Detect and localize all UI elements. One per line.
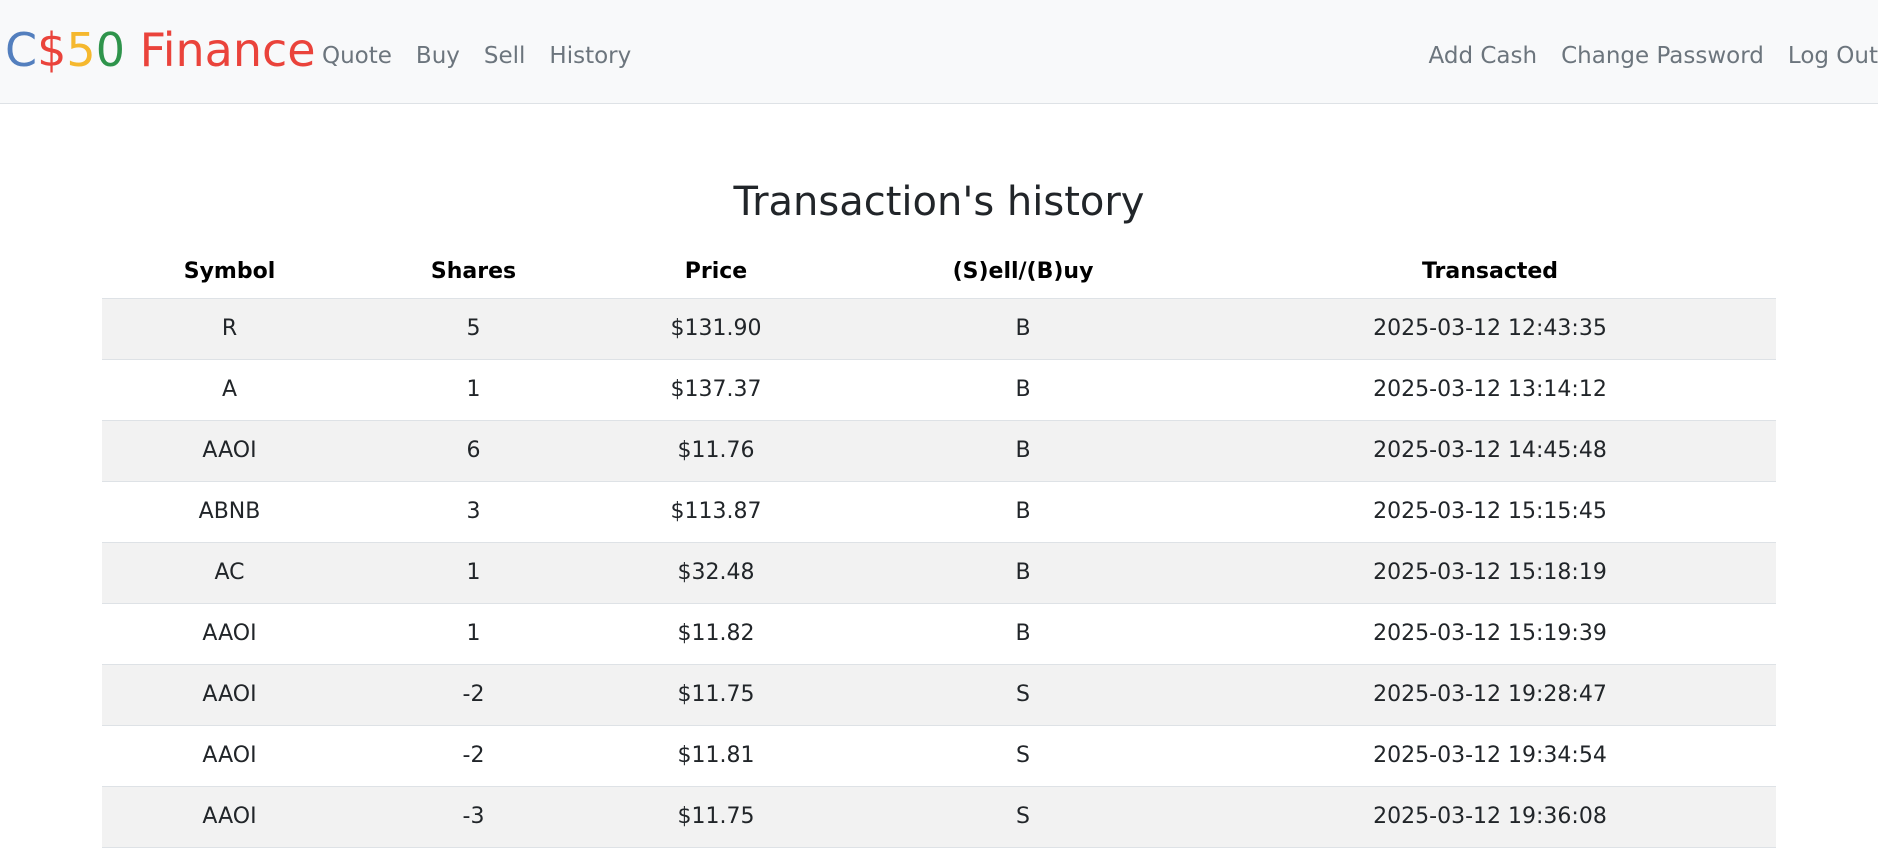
cell-symbol: A — [102, 359, 357, 421]
cell-price: $11.75 — [590, 786, 842, 848]
cell-shares: 6 — [357, 420, 590, 482]
cell-price: $131.90 — [590, 298, 842, 360]
nav-link-history[interactable]: History — [537, 38, 643, 74]
cell-sell-buy: B — [842, 481, 1204, 543]
cell-shares: -3 — [357, 786, 590, 848]
cell-transacted: 2025-03-12 19:28:47 — [1204, 664, 1776, 726]
table-body: R 5 $131.90 B 2025-03-12 12:43:35 A 1 $137.37 B 2… — [102, 298, 1776, 848]
cell-price: $113.87 — [590, 481, 842, 543]
table-row: AAOI 6 $11.76 B 2025-03-12 14:45:48 — [102, 420, 1776, 482]
cell-shares: 5 — [357, 298, 590, 360]
cell-sell-buy: B — [842, 420, 1204, 482]
table-header-row: Symbol Shares Price (S)ell/(B)uy Transac… — [102, 245, 1776, 299]
brand-part-c: C — [5, 23, 38, 77]
cell-price: $32.48 — [590, 542, 842, 604]
cell-symbol: AAOI — [102, 664, 357, 726]
cell-price: $11.82 — [590, 603, 842, 665]
cell-transacted: 2025-03-12 19:34:54 — [1204, 725, 1776, 787]
cell-sell-buy: B — [842, 298, 1204, 360]
cell-symbol: AAOI — [102, 603, 357, 665]
table-row: A 1 $137.37 B 2025-03-12 13:14:12 — [102, 359, 1776, 421]
brand-logo-link[interactable]: C$50 Finance — [5, 22, 316, 78]
cell-transacted: 2025-03-12 12:43:35 — [1204, 298, 1776, 360]
cell-price: $137.37 — [590, 359, 842, 421]
brand-part-5: 5 — [66, 23, 96, 77]
cell-shares: 1 — [357, 603, 590, 665]
nav-link-quote[interactable]: Quote — [310, 38, 404, 74]
cell-symbol: ABNB — [102, 481, 357, 543]
cell-symbol: R — [102, 298, 357, 360]
nav-left-links: Quote Buy Sell History — [310, 38, 643, 74]
header-shares: Shares — [357, 245, 590, 299]
table-row: R 5 $131.90 B 2025-03-12 12:43:35 — [102, 298, 1776, 360]
cell-sell-buy: B — [842, 603, 1204, 665]
cell-symbol: AAOI — [102, 420, 357, 482]
cell-transacted: 2025-03-12 14:45:48 — [1204, 420, 1776, 482]
cell-sell-buy: S — [842, 725, 1204, 787]
nav-link-change-password[interactable]: Change Password — [1549, 38, 1776, 74]
cell-sell-buy: S — [842, 786, 1204, 848]
cell-shares: 1 — [357, 359, 590, 421]
nav-link-buy[interactable]: Buy — [404, 38, 472, 74]
cell-symbol: AC — [102, 542, 357, 604]
cell-sell-buy: B — [842, 542, 1204, 604]
header-transacted: Transacted — [1204, 245, 1776, 299]
cell-transacted: 2025-03-12 15:15:45 — [1204, 481, 1776, 543]
table-header: Symbol Shares Price (S)ell/(B)uy Transac… — [102, 245, 1776, 299]
cell-symbol: AAOI — [102, 725, 357, 787]
cell-symbol: AAOI — [102, 786, 357, 848]
cell-shares: 1 — [357, 542, 590, 604]
cell-transacted: 2025-03-12 13:14:12 — [1204, 359, 1776, 421]
cell-price: $11.76 — [590, 420, 842, 482]
brand-part-dollar: $ — [37, 23, 67, 77]
table-row: AC 1 $32.48 B 2025-03-12 15:18:19 — [102, 542, 1776, 604]
table-row: AAOI 1 $11.82 B 2025-03-12 15:19:39 — [102, 603, 1776, 665]
header-price: Price — [590, 245, 842, 299]
nav-right-links: Add Cash Change Password Log Out — [1417, 38, 1878, 74]
cell-shares: -2 — [357, 664, 590, 726]
header-sell-buy: (S)ell/(B)uy — [842, 245, 1204, 299]
brand-part-0: 0 — [95, 23, 125, 77]
nav-link-add-cash[interactable]: Add Cash — [1417, 38, 1550, 74]
cell-shares: 3 — [357, 481, 590, 543]
table-row: ABNB 3 $113.87 B 2025-03-12 15:15:45 — [102, 481, 1776, 543]
cell-transacted: 2025-03-12 19:36:08 — [1204, 786, 1776, 848]
nav-link-log-out[interactable]: Log Out — [1776, 38, 1878, 74]
nav-link-sell[interactable]: Sell — [472, 38, 538, 74]
transactions-table: Symbol Shares Price (S)ell/(B)uy Transac… — [102, 245, 1776, 848]
cell-sell-buy: S — [842, 664, 1204, 726]
brand-part-finance: Finance — [124, 23, 316, 77]
cell-transacted: 2025-03-12 15:18:19 — [1204, 542, 1776, 604]
page-title: Transaction's history — [733, 179, 1145, 225]
table-row: AAOI -2 $11.81 S 2025-03-12 19:34:54 — [102, 725, 1776, 787]
header-symbol: Symbol — [102, 245, 357, 299]
cell-shares: -2 — [357, 725, 590, 787]
cell-price: $11.81 — [590, 725, 842, 787]
cell-sell-buy: B — [842, 359, 1204, 421]
table-row: AAOI -2 $11.75 S 2025-03-12 19:28:47 — [102, 664, 1776, 726]
table-row: AAOI -3 $11.75 S 2025-03-12 19:36:08 — [102, 786, 1776, 848]
cell-transacted: 2025-03-12 15:19:39 — [1204, 603, 1776, 665]
cell-price: $11.75 — [590, 664, 842, 726]
navbar: C$50 Finance Quote Buy Sell History Add … — [0, 0, 1878, 104]
